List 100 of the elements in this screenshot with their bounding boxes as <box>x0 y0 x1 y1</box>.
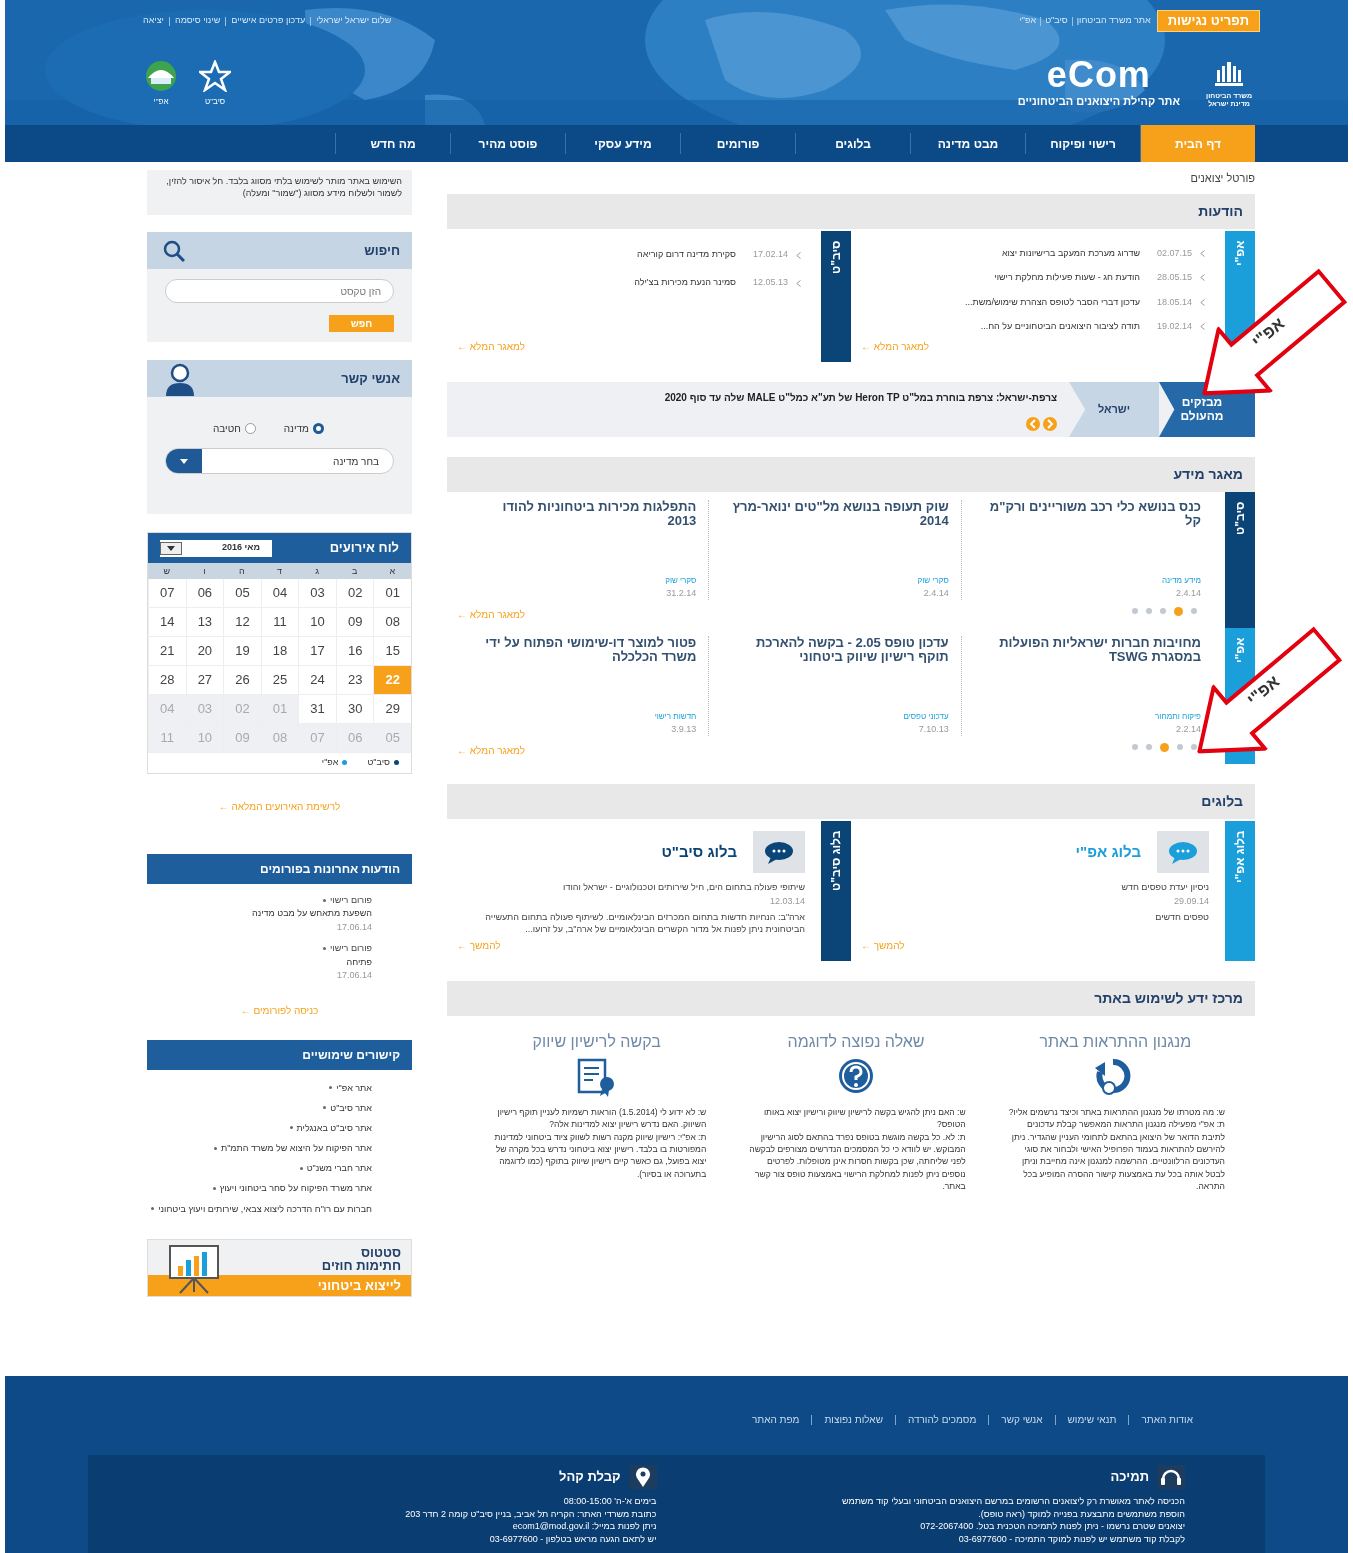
calendar-day[interactable]: 01 <box>373 579 411 608</box>
calendar-day[interactable]: 08 <box>373 608 411 637</box>
useful-link[interactable]: אתר משרד הפיקוח על סחר ביטחוני ויעוץ <box>219 1180 372 1197</box>
calendar-day[interactable]: 19 <box>223 637 261 666</box>
footer-link[interactable]: אודות האתר <box>1141 1412 1193 1427</box>
item-date: 12.05.13 <box>751 276 788 290</box>
radio-label: מדינה <box>283 422 309 436</box>
calendar-day[interactable]: 11 <box>260 608 299 637</box>
news-link[interactable]: עדכון דברי הסבר לטופס הצהרת שימוש/משת... <box>965 295 1140 309</box>
calendar-day[interactable]: 05 <box>223 579 261 608</box>
calendar-day[interactable]: 26 <box>223 666 261 695</box>
useful-link[interactable]: אתר חברי משנ"ט <box>306 1160 372 1177</box>
useful-link[interactable]: חברות עם רו"ח הדרכה ליצוא צבאי, שירותים ויעוץ ביטחוני <box>158 1200 372 1217</box>
answer-text: ת: לא. כל בקשה מוגשת בטופס נפרד בהתאם לסוג הרישיון המבוקש. יש לוודא כי כל המסמכים הנדרשים מצורפים לבקשה לפני שליחתה, שכן בקשות חסרות אינן מטופלות. לפרטים נוספים ניתן לפנות למחלקת הרישוי באמצעות טופס צור קשר באתר. <box>748 1130 966 1193</box>
footer-text: לקבלת קוד משתמש יש לפנות למוקד התמיכה - 03-6977600 <box>957 1532 1185 1546</box>
nav-tab[interactable]: פוסט מהיר <box>450 133 565 154</box>
footer-link[interactable]: אנשי קשר <box>1001 1412 1043 1427</box>
calendar-day[interactable]: 20 <box>185 637 224 666</box>
blog-subtitle: שיתופי פעולה בתחום הים, חיל שירותים וטכנולוגיים - ישראל והודו <box>562 881 805 894</box>
calendar-day[interactable]: 16 <box>335 637 374 666</box>
article-link[interactable]: כנס בנושא כלי רכב משוריינים ורק"מ קל <box>975 500 1201 529</box>
calendar-day[interactable]: 23 <box>335 666 374 695</box>
help-topic-link[interactable]: שאלה נפוצה לדוגמה <box>787 1030 925 1054</box>
panel-header: קישורים שימושיים <box>147 1039 412 1070</box>
topic-link[interactable]: פתיחה <box>147 955 372 969</box>
weekday-label: ה <box>238 565 246 578</box>
calendar-day[interactable]: 29 <box>373 695 411 724</box>
calendar-day[interactable]: 06 <box>185 579 224 608</box>
select-field[interactable]: בחר מדינה <box>165 448 394 474</box>
article-link[interactable]: עדכון טופס 2.05 - בקשה להארכת תוקף רישיון שיווק ביטחוני <box>723 636 949 665</box>
footer-link[interactable]: מפת האתר <box>751 1412 800 1427</box>
banner-text: לייצוא ביטחוני <box>148 1274 411 1296</box>
user-link[interactable]: עדכון פרטים אישיים <box>231 14 306 28</box>
topic-link[interactable]: השפעת מתאחש על מבט מדינה <box>147 907 372 921</box>
calendar-day[interactable]: 25 <box>260 666 299 695</box>
news-link[interactable]: סמינר הנעת מכירות בצ'ילה <box>634 276 736 290</box>
help-topic-link[interactable]: בקשה לרישיון שיווק <box>532 1030 661 1054</box>
footer-link[interactable]: שאלות נפוצות <box>824 1412 883 1427</box>
footer-link[interactable]: תנאי שימוש <box>1067 1412 1117 1427</box>
user-link[interactable]: שינוי סיסמה <box>174 14 221 28</box>
useful-link[interactable]: אתר סיב"ט באנגלית <box>296 1119 372 1137</box>
nav-tab[interactable]: מבט מדינה <box>910 133 1025 154</box>
article-link[interactable]: שוק תעופה בנושא מל"טים ינואר-מרץ 2014 <box>723 500 949 529</box>
calendar-day[interactable]: 07 <box>148 579 186 608</box>
news-link[interactable]: שדרוג מערכת המעקב ברישיונות יצוא <box>1001 246 1140 260</box>
section-header: מרכז ידע לשימוש באתר <box>447 981 1255 1016</box>
header-link[interactable]: אתר משרד הביטחון <box>1076 14 1151 28</box>
article-link[interactable]: התפלגות מכירות ביטחוניות להודו 2013 <box>471 500 697 529</box>
nav-tab[interactable]: מה חדש <box>335 133 450 154</box>
useful-link[interactable]: אתר הפיקוח על היצוא של משרד התמ"ת <box>220 1140 372 1157</box>
calendar-day[interactable]: 31 <box>298 695 336 724</box>
article-link[interactable]: פטור למוצר דו-שימושי הפתוח על ידי משרד הכלכלה <box>471 636 697 665</box>
banner-text: חתימות חוזים <box>321 1258 401 1272</box>
search-field[interactable]: הזן טקסט <box>165 279 394 303</box>
news-link[interactable]: הודעת חג - שעות פעילות מחלקת רישוי <box>994 271 1140 285</box>
unit-link[interactable]: סיב"ט <box>199 59 231 108</box>
calendar-day[interactable]: 14 <box>148 608 186 637</box>
nav-tab[interactable]: בלוגים <box>795 133 910 154</box>
item-date: 2.4.14 <box>1174 586 1201 600</box>
ticker-text[interactable]: צרפת-ישראל: צרפת בוחרת במל"ט Heron TP של תע"א כמל"ט MALE שלה עד סוף 2020 <box>457 390 1057 405</box>
help-topic-link[interactable]: מנגנון ההתראות באתר <box>1039 1030 1192 1054</box>
news-link[interactable]: תודה לציבור היצואנים הביטחוניים על הח... <box>980 320 1140 334</box>
calendar-day[interactable]: 09 <box>335 608 374 637</box>
calendar-day[interactable]: 03 <box>298 579 336 608</box>
section-header: מאגר מידע <box>447 457 1255 492</box>
calendar-day[interactable]: 04 <box>260 579 299 608</box>
weekday-label: ו <box>202 565 207 578</box>
footer-text: יש לתאם הגעה מראש בטלפון - 03-6977600 <box>488 1532 657 1546</box>
calendar-day[interactable]: 17 <box>298 637 336 666</box>
calendar-day[interactable]: 02 <box>335 579 374 608</box>
month-select[interactable]: מאי 2016 <box>160 539 272 557</box>
nav-tab[interactable]: פורומים <box>680 133 795 154</box>
header-link[interactable]: סיב"ט <box>1045 14 1068 28</box>
blog-title[interactable]: בלוג סיב"ט <box>661 840 737 864</box>
footer-link[interactable]: מסמכים להורדה <box>907 1412 977 1427</box>
calendar-day[interactable]: 12 <box>223 608 261 637</box>
article-link[interactable]: מחויבות חברות ישראליות הפועלות במסגרת TSWG <box>975 636 1201 665</box>
useful-link[interactable]: אתר סיב"ט <box>330 1099 372 1116</box>
forum-link[interactable]: פורום רישוי <box>330 893 372 907</box>
footer-text: יצואנים שטרם נרשמו - ניתן לפנות לתמיכה הטכנית בטל. 072-2067400 <box>919 1520 1185 1533</box>
calendar-day[interactable]: 21 <box>148 637 186 666</box>
item-date: 2.4.14 <box>922 586 949 600</box>
calendar-day[interactable]: 18 <box>260 637 299 666</box>
calendar-day[interactable]: 28 <box>148 666 186 695</box>
legend-label: סיב"ט <box>367 756 390 769</box>
calendar-day[interactable]: 24 <box>298 666 336 695</box>
item-date: 29.09.14 <box>1172 894 1209 908</box>
calendar-day[interactable]: 27 <box>185 666 224 695</box>
item-date: 17.02.14 <box>751 248 788 262</box>
calendar-day[interactable]: 13 <box>185 608 224 637</box>
nav-tab[interactable]: מידע עסקי <box>565 133 680 154</box>
calendar-day[interactable]: 30 <box>335 695 374 724</box>
news-link[interactable]: סקירת מדינה דרום קוריאה <box>637 248 736 262</box>
useful-link[interactable]: אתר אפ"י <box>336 1079 372 1096</box>
user-link[interactable]: יציאה <box>143 14 164 28</box>
forum-link[interactable]: פורום רישוי <box>330 942 372 956</box>
calendar-day[interactable]: 10 <box>298 608 336 637</box>
unit-link[interactable]: אפ"י <box>145 59 177 108</box>
calendar-day[interactable]: 15 <box>373 637 411 666</box>
nav-tab[interactable]: רישוי ופיקוח <box>1025 133 1140 154</box>
